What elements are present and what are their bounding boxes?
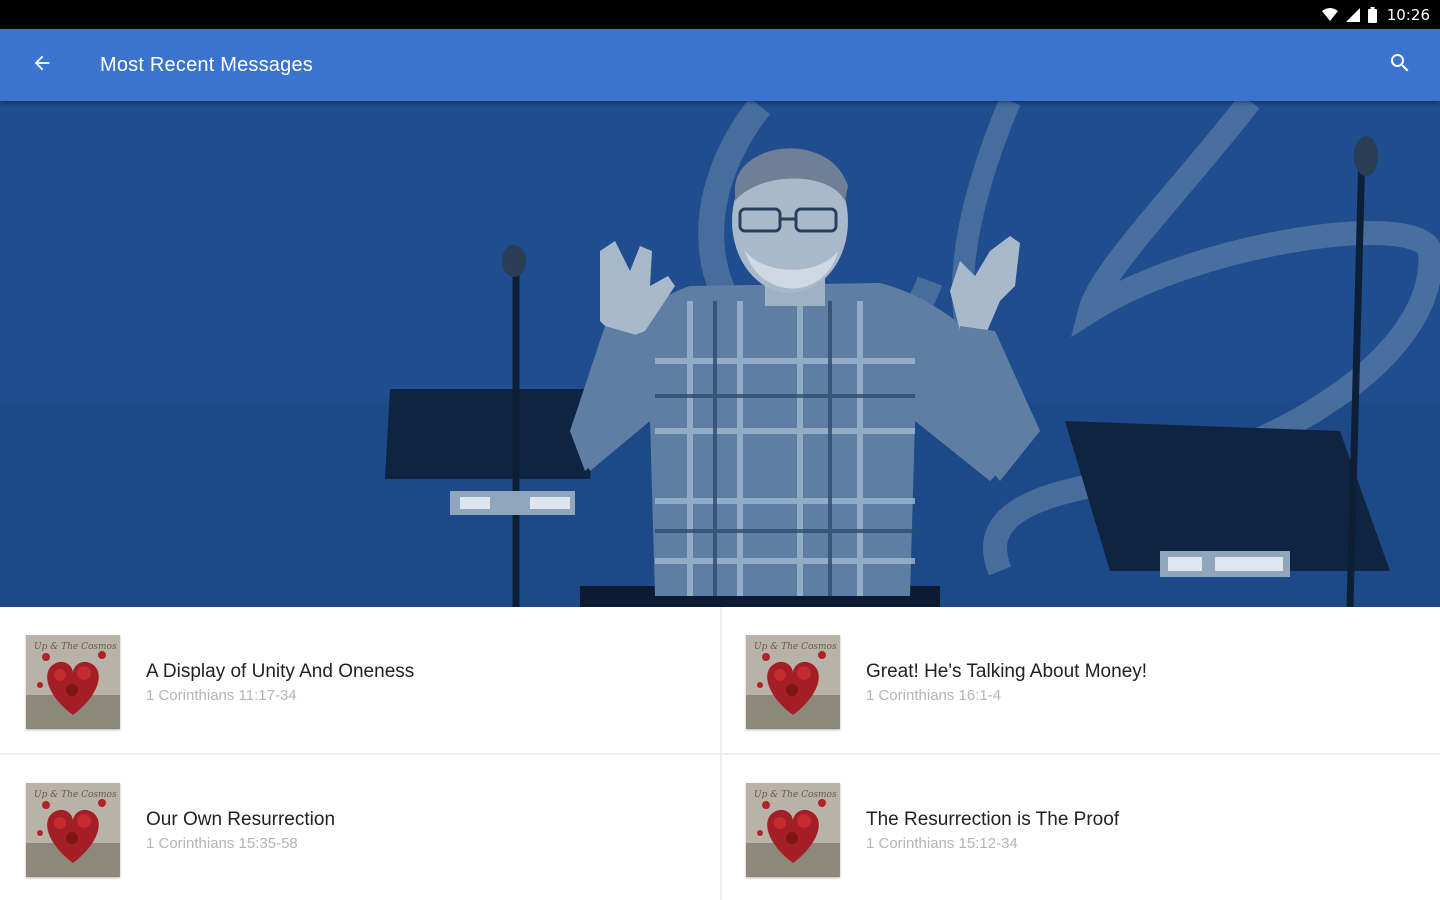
- message-reference: 1 Corinthians 15:35-58: [146, 835, 298, 852]
- series-artwork-thumbnail: Up & The Cosmos: [746, 635, 840, 729]
- page-title: Most Recent Messages: [100, 54, 313, 76]
- app-bar: Most Recent Messages: [0, 29, 1440, 101]
- series-artwork-thumbnail: Up & The Cosmos: [746, 783, 840, 877]
- status-bar: 10:26: [0, 0, 1440, 29]
- search-button[interactable]: [1378, 43, 1422, 87]
- signal-icon: [1345, 7, 1360, 22]
- message-reference: 1 Corinthians 16:1-4: [866, 687, 1002, 704]
- svg-text:Up & The Cosmos: Up & The Cosmos: [754, 642, 837, 652]
- arrow-back-icon: [31, 52, 53, 79]
- message-item[interactable]: Up & The Cosmos A Display of Unity And O…: [0, 607, 720, 753]
- svg-text:Up & The Cosmos: Up & The Cosmos: [34, 642, 117, 652]
- back-button[interactable]: [20, 43, 64, 87]
- search-icon: [1388, 51, 1412, 80]
- message-item[interactable]: Up & The Cosmos Great! He's Talking Abou…: [722, 607, 1440, 753]
- battery-icon: [1367, 6, 1377, 23]
- message-title: A Display of Unity And Oneness: [146, 661, 415, 682]
- message-item[interactable]: Up & The Cosmos Our Own Resurrection 1 C…: [0, 755, 720, 900]
- svg-text:Up & The Cosmos: Up & The Cosmos: [754, 790, 837, 800]
- message-item[interactable]: Up & The Cosmos The Resurrection is The …: [722, 755, 1440, 900]
- series-artwork-thumbnail: Up & The Cosmos: [26, 783, 120, 877]
- message-title: Our Own Resurrection: [146, 809, 336, 830]
- message-reference: 1 Corinthians 15:12-34: [866, 835, 1018, 852]
- message-title: The Resurrection is The Proof: [866, 809, 1120, 830]
- message-list: Up & The Cosmos A Display of Unity And O…: [0, 607, 1440, 900]
- series-artwork-thumbnail: Up & The Cosmos: [26, 635, 120, 729]
- svg-text:Up & The Cosmos: Up & The Cosmos: [34, 790, 117, 800]
- status-time: 10:26: [1386, 5, 1430, 24]
- message-reference: 1 Corinthians 11:17-34: [146, 687, 297, 704]
- featured-message-image[interactable]: [0, 101, 1440, 607]
- wifi-icon: [1321, 7, 1338, 22]
- message-title: Great! He's Talking About Money!: [866, 661, 1148, 682]
- speaker-on-stage-illustration: [0, 101, 1440, 607]
